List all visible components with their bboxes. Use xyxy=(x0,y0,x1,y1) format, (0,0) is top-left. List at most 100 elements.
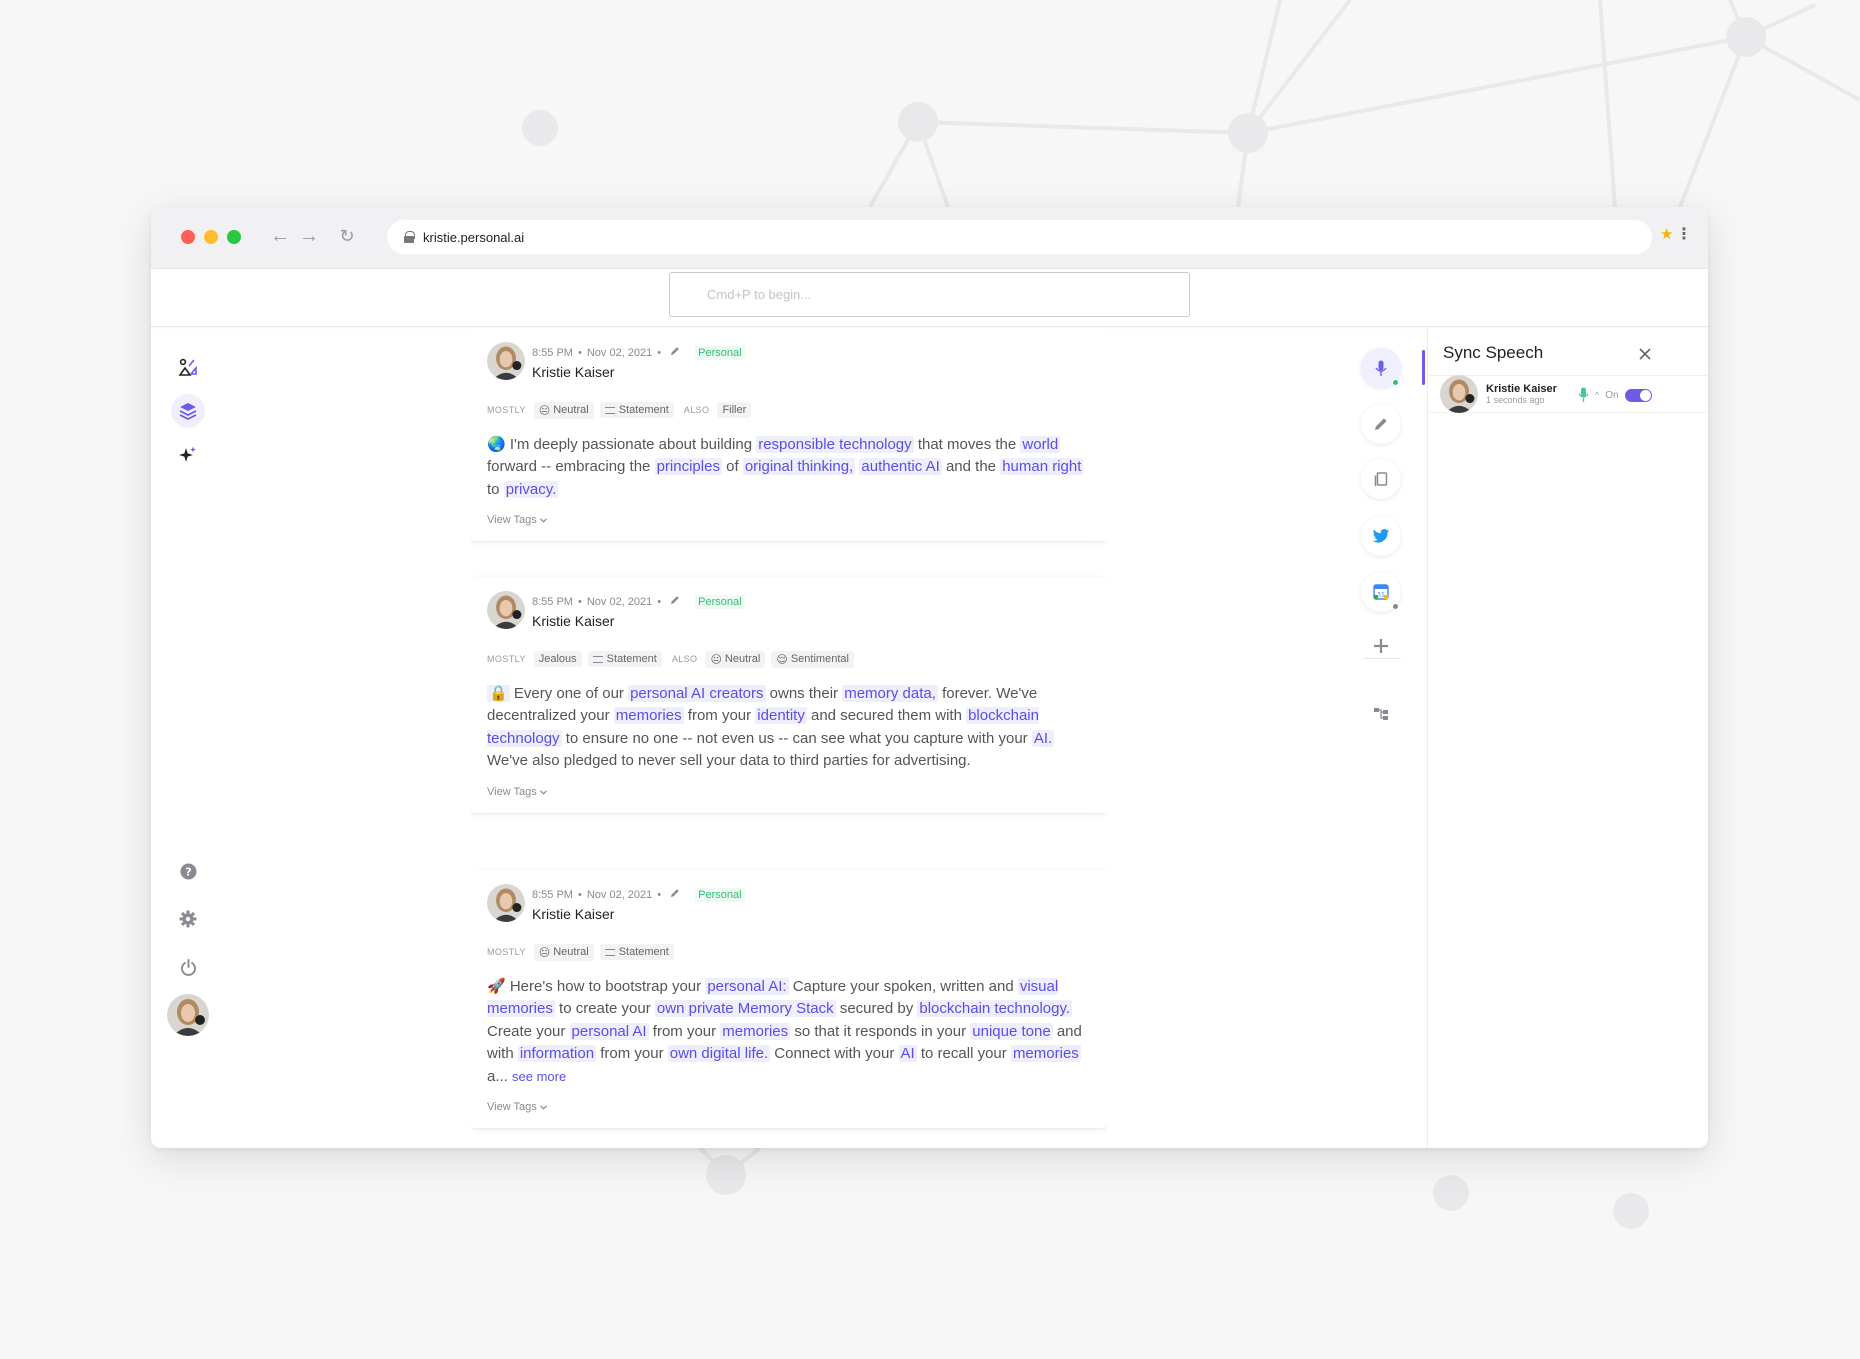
calendar-tool-button[interactable]: 31 xyxy=(1361,572,1401,612)
statement-icon xyxy=(604,948,615,956)
highlighted-keyword[interactable]: own digital life. xyxy=(667,1045,771,1063)
browser-menu-icon[interactable]: ⋮ xyxy=(1676,224,1692,244)
memory-text: 🌏 I'm deeply passionate about building r… xyxy=(487,434,1091,501)
forward-arrow-icon[interactable]: → xyxy=(297,222,321,250)
highlighted-keyword[interactable]: principles xyxy=(654,458,722,476)
command-search-input[interactable] xyxy=(669,272,1190,317)
memory-card: 8:55 PM • Nov 02, 2021 • Personal Kristie Kai… xyxy=(471,577,1107,813)
card-header: 8:55 PM • Nov 02, 2021 • Personal Kristie Kai… xyxy=(487,591,1091,635)
edit-pencil-icon[interactable] xyxy=(666,887,684,902)
view-tags-toggle[interactable]: View Tags xyxy=(487,786,547,798)
meta-line: 8:55 PM • Nov 02, 2021 • Personal xyxy=(532,345,745,360)
twitter-tool-button[interactable] xyxy=(1361,516,1401,556)
mood-chip[interactable]: Statement xyxy=(587,651,662,667)
highlighted-keyword[interactable]: personal AI xyxy=(569,1022,649,1040)
mood-chip[interactable]: 😐 Neutral xyxy=(705,650,766,668)
personal-tag[interactable]: Personal xyxy=(695,594,745,609)
highlighted-keyword[interactable]: information xyxy=(517,1045,597,1063)
author-avatar[interactable] xyxy=(487,884,525,922)
text-segment: forward -- embracing the xyxy=(487,458,655,476)
highlighted-keyword[interactable]: own private Memory Stack xyxy=(654,1000,836,1018)
avatar-image xyxy=(487,884,525,922)
view-tags-toggle[interactable]: View Tags xyxy=(487,514,547,526)
nav-insights[interactable] xyxy=(171,350,205,384)
mood-chip[interactable]: 😌 Sentimental xyxy=(771,650,854,668)
edit-pencil-icon[interactable] xyxy=(666,345,684,360)
url-bar[interactable]: kristie.personal.ai xyxy=(387,220,1652,254)
panel-title: Sync Speech xyxy=(1443,343,1544,362)
highlighted-keyword[interactable]: memories xyxy=(613,707,684,725)
plus-tool-button[interactable] xyxy=(1361,626,1401,666)
personal-tag[interactable]: Personal xyxy=(695,887,745,902)
view-tags-toggle[interactable]: View Tags xyxy=(487,1101,547,1113)
gear-icon xyxy=(179,910,197,928)
card-header: 8:55 PM • Nov 02, 2021 • Personal Kristie Kai… xyxy=(487,342,1091,386)
author-avatar[interactable] xyxy=(487,591,525,629)
memory-card: 8:55 PM • Nov 02, 2021 • Personal Kristie Kai… xyxy=(471,328,1107,542)
nav-memory-stack[interactable] xyxy=(171,394,205,428)
chip-label: Filler xyxy=(722,404,747,416)
author-avatar[interactable] xyxy=(487,342,525,380)
close-icon[interactable] xyxy=(1638,347,1652,361)
pencil-tool-button[interactable] xyxy=(1361,404,1401,444)
highlighted-keyword[interactable]: memory data, xyxy=(842,685,938,702)
highlighted-keyword[interactable]: personal AI creators xyxy=(628,685,766,702)
see-more-link[interactable]: see more xyxy=(512,1069,566,1084)
highlighted-keyword[interactable]: unique tone xyxy=(970,1022,1053,1040)
sync-toggle[interactable] xyxy=(1624,388,1652,402)
memory-date: Nov 02, 2021 xyxy=(586,595,653,608)
card-meta: 8:55 PM • Nov 02, 2021 • Personal Kristie Kai… xyxy=(532,884,745,922)
emoji-icon: 😐 xyxy=(538,946,551,959)
text-segment: to recall your xyxy=(916,1045,1011,1063)
highlighted-keyword[interactable]: memories xyxy=(720,1022,791,1040)
close-window-button[interactable] xyxy=(181,230,195,244)
mood-chip[interactable]: Jealous xyxy=(533,651,582,667)
plus-icon xyxy=(1373,638,1389,654)
highlighted-keyword[interactable]: responsible technology xyxy=(756,436,914,453)
mood-chip[interactable]: Statement xyxy=(599,944,674,960)
tool-divider xyxy=(1363,658,1401,659)
nav-ai[interactable] xyxy=(171,438,205,472)
text-segment: that moves the xyxy=(913,436,1021,453)
highlighted-keyword[interactable]: AI xyxy=(898,1045,917,1063)
highlighted-keyword[interactable]: privacy. xyxy=(503,480,559,498)
microphone-tool-button[interactable] xyxy=(1361,348,1401,388)
highlighted-keyword[interactable]: authentic AI xyxy=(859,458,942,476)
mood-chip[interactable]: Statement xyxy=(599,402,674,418)
nav-settings[interactable] xyxy=(171,902,205,936)
highlighted-keyword[interactable]: original thinking, xyxy=(742,458,856,476)
highlighted-keyword[interactable]: 🔒 xyxy=(487,685,510,702)
nav-help[interactable]: ? xyxy=(171,854,205,888)
highlighted-keyword[interactable]: AI. xyxy=(1031,729,1055,747)
microphone-icon xyxy=(1375,360,1387,377)
user-avatar[interactable] xyxy=(167,994,209,1036)
mood-chip[interactable]: Filler xyxy=(717,402,752,418)
mood-chip[interactable]: 😐 Neutral xyxy=(533,401,594,419)
highlighted-keyword[interactable]: personal AI: xyxy=(705,978,789,995)
highlighted-keyword[interactable]: human right xyxy=(1000,458,1084,476)
reload-icon[interactable]: ↻ xyxy=(335,222,359,250)
personal-tag[interactable]: Personal xyxy=(695,345,745,360)
edit-pencil-icon[interactable] xyxy=(666,594,684,609)
nav-logout[interactable] xyxy=(171,950,205,984)
highlighted-keyword[interactable]: blockchain technology. xyxy=(917,1000,1073,1018)
card-bottom-padding xyxy=(487,528,1091,541)
speaker-row[interactable]: Kristie Kaiser 1 seconds ago ^ On xyxy=(1428,375,1708,413)
card-meta: 8:55 PM • Nov 02, 2021 • Personal Kristie Kai… xyxy=(532,342,745,380)
mostly-label: MOSTLY xyxy=(487,654,526,664)
hierarchy-tool-button[interactable] xyxy=(1361,694,1401,734)
back-arrow-icon[interactable]: ← xyxy=(268,222,292,250)
emoji-icon: 😐 xyxy=(538,404,551,417)
highlighted-keyword[interactable]: identity xyxy=(755,707,807,725)
microphone-icon[interactable] xyxy=(1578,387,1589,403)
minimize-window-button[interactable] xyxy=(204,230,218,244)
mood-chip[interactable]: 😐 Neutral xyxy=(533,943,594,961)
memory-text: 🚀 Here's how to bootstrap your personal … xyxy=(487,976,1091,1088)
pencil-icon xyxy=(1373,416,1389,432)
chevron-up-icon[interactable]: ^ xyxy=(1595,390,1599,400)
highlighted-keyword[interactable]: world xyxy=(1020,436,1061,453)
highlighted-keyword[interactable]: memories xyxy=(1010,1045,1081,1063)
maximize-window-button[interactable] xyxy=(227,230,241,244)
bookmark-star-icon[interactable]: ★ xyxy=(1660,225,1673,243)
copy-tool-button[interactable] xyxy=(1361,459,1401,499)
